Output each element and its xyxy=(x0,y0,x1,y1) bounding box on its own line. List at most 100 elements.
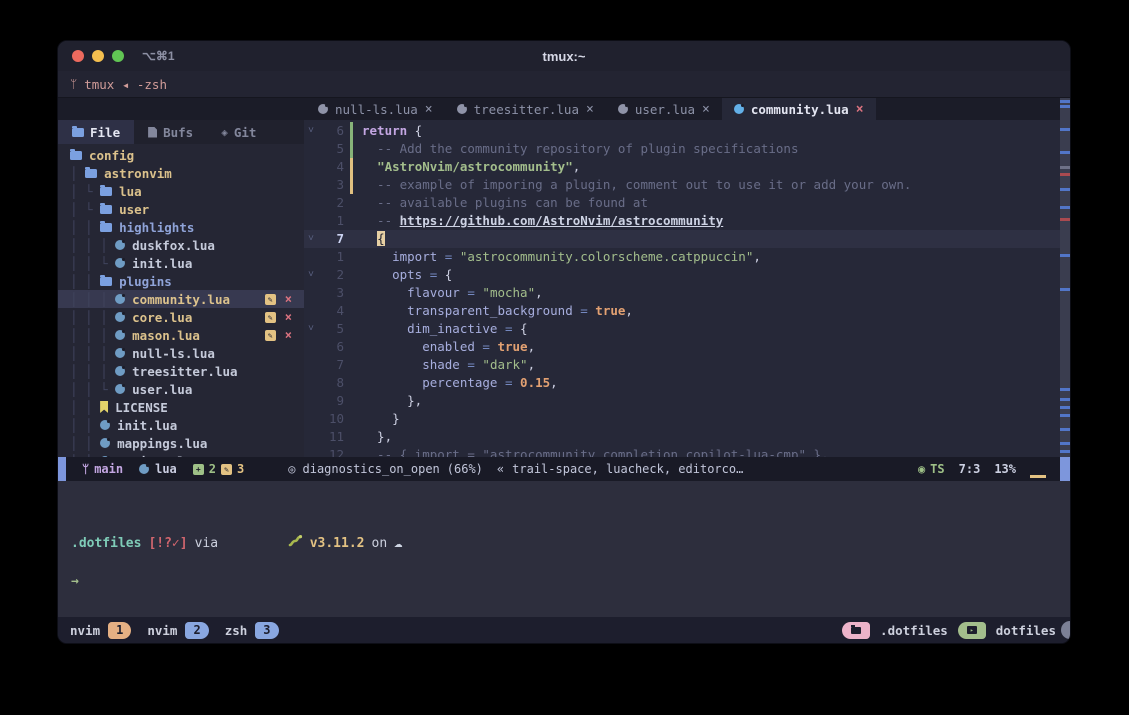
tree-indent-guides: │ │ xyxy=(70,400,100,415)
tree-item-init.lua[interactable]: │ │ init.lua xyxy=(58,416,304,434)
scrollbar-mark xyxy=(1060,442,1070,445)
code-line: 6 enabled = true, xyxy=(304,338,1070,356)
folder-icon xyxy=(100,277,112,286)
license-ribbon-icon xyxy=(100,401,108,413)
tree-item-label: user xyxy=(119,202,149,217)
code-token: = xyxy=(437,249,460,264)
neotree-tab-bufs[interactable]: Bufs xyxy=(134,120,207,144)
modified-badge-icon: ✎ xyxy=(265,294,276,305)
buffer-tab[interactable]: treesitter.lua× xyxy=(445,98,606,120)
code-line: 10 } xyxy=(304,410,1070,428)
code-line: ˅7 { xyxy=(304,230,1070,248)
close-icon[interactable]: × xyxy=(702,102,710,117)
tree-indent-guides: │ │ xyxy=(70,220,100,235)
code-text: dim_inactive = { xyxy=(362,320,528,338)
lua-icon xyxy=(318,104,328,114)
prompt-arrow-icon: → xyxy=(71,572,79,591)
neotree-tab-file[interactable]: File xyxy=(58,120,134,144)
tree-item-user[interactable]: │ └ user xyxy=(58,200,304,218)
scrollbar-mark xyxy=(1060,188,1070,191)
tree-item-label: highlights xyxy=(119,220,194,235)
close-window-button[interactable] xyxy=(72,50,84,62)
code-text: shade = "dark", xyxy=(362,356,535,374)
tree-item-treesitter.lua[interactable]: │ │ │ treesitter.lua xyxy=(58,362,304,380)
tree-item-astronvim[interactable]: │ astronvim xyxy=(58,164,304,182)
fold-icon[interactable]: ˅ xyxy=(304,230,318,248)
code-text: percentage = 0.15, xyxy=(362,374,558,392)
unstaged-badge-icon: × xyxy=(285,292,292,306)
buffer-tab[interactable]: user.lua× xyxy=(606,98,722,120)
fold-icon[interactable]: ˅ xyxy=(304,320,318,338)
scrollbar-mark xyxy=(1060,100,1070,103)
tree-item-mappings.lua[interactable]: │ │ mappings.lua xyxy=(58,434,304,452)
tmux-window-nvim-2[interactable]: nvim2 xyxy=(147,622,208,639)
scrollbar-mark xyxy=(1060,218,1070,221)
python-snake-icon xyxy=(225,515,303,572)
code-token: , xyxy=(753,249,761,264)
code-line: 2 -- available plugins can be found at xyxy=(304,194,1070,212)
shell-pane[interactable]: .dotfiles [!?✓] via v3.11.2 on ☁ → xyxy=(58,481,1070,617)
buffer-tab[interactable]: community.lua× xyxy=(722,98,876,120)
code-line: 3 flavour = "mocha", xyxy=(304,284,1070,302)
tree-item-label: treesitter.lua xyxy=(132,364,237,379)
scrollbar-mark xyxy=(1060,206,1070,209)
git-status-badges: ✎× xyxy=(265,328,292,342)
code-text: enabled = true, xyxy=(362,338,535,356)
close-icon[interactable]: × xyxy=(856,102,864,117)
close-icon[interactable]: × xyxy=(425,102,433,117)
traffic-lights xyxy=(72,50,124,62)
git-sign-bar xyxy=(350,176,353,194)
code-token: , xyxy=(573,159,581,174)
lua-icon xyxy=(618,104,628,114)
file-tree: config│ astronvim│ └ lua│ └ user│ │ high… xyxy=(58,144,304,470)
editor-buffer[interactable]: ˅6return {5 -- Add the community reposit… xyxy=(304,120,1070,457)
tree-item-user.lua[interactable]: │ │ └ user.lua xyxy=(58,380,304,398)
tree-item-community.lua[interactable]: │ │ │ community.lua✎× xyxy=(58,290,304,308)
code-line: 5 -- Add the community repository of plu… xyxy=(304,140,1070,158)
tree-item-lua[interactable]: │ └ lua xyxy=(58,182,304,200)
zoom-window-button[interactable] xyxy=(112,50,124,62)
neotree-panel: File Bufs ◈ Git config│ astronvim│ └ lua… xyxy=(58,120,304,457)
buffer-tab[interactable]: null-ls.lua× xyxy=(306,98,445,120)
tree-item-config[interactable]: config xyxy=(58,146,304,164)
tmux-window-nvim-1[interactable]: nvim1 xyxy=(70,622,131,639)
prompt-on-label: on xyxy=(372,534,388,553)
close-icon[interactable]: × xyxy=(586,102,594,117)
tree-item-plugins[interactable]: │ │ plugins xyxy=(58,272,304,290)
code-token: "AstroNvim/astrocommunity" xyxy=(377,159,573,174)
code-token: = xyxy=(460,357,483,372)
tree-item-mason.lua[interactable]: │ │ │ mason.lua✎× xyxy=(58,326,304,344)
editor-scrollbar[interactable] xyxy=(1060,98,1070,457)
tree-indent-guides: │ │ xyxy=(70,436,100,451)
code-token: -- example of imporing a plugin, comment… xyxy=(362,177,911,192)
code-token: return xyxy=(362,123,407,138)
tmux-window-zsh-3[interactable]: zsh3 xyxy=(225,622,279,639)
scrollbar-mark xyxy=(1060,105,1070,108)
scrollbar-mark xyxy=(1060,388,1070,391)
cloud-icon: ☁ xyxy=(394,534,402,553)
tree-item-core.lua[interactable]: │ │ │ core.lua✎× xyxy=(58,308,304,326)
code-token: dim_inactive xyxy=(362,321,497,336)
line-number: 6 xyxy=(318,122,344,140)
tree-item-init.lua[interactable]: │ │ └ init.lua xyxy=(58,254,304,272)
terminal-icon: ▸ xyxy=(967,626,977,634)
line-number: 3 xyxy=(318,284,344,302)
fold-icon[interactable]: ˅ xyxy=(304,122,318,140)
tree-item-highlights[interactable]: │ │ highlights xyxy=(58,218,304,236)
code-token: = xyxy=(460,285,483,300)
diagnostics-toggle-segment[interactable]: ◎ diagnostics_on_open (66%) xyxy=(288,462,483,476)
code-token: true xyxy=(497,339,527,354)
minimize-window-button[interactable] xyxy=(92,50,104,62)
git-sign-bar xyxy=(350,266,353,284)
code-token: = xyxy=(497,321,520,336)
git-sign-bar xyxy=(350,230,353,248)
lua-icon xyxy=(115,366,125,376)
code-text: -- example of imporing a plugin, comment… xyxy=(362,176,911,194)
tree-item-LICENSE[interactable]: │ │ LICENSE xyxy=(58,398,304,416)
neotree-tab-git-label: Git xyxy=(234,125,257,140)
tree-item-null-ls.lua[interactable]: │ │ │ null-ls.lua xyxy=(58,344,304,362)
fold-icon[interactable]: ˅ xyxy=(304,266,318,284)
neotree-tab-git[interactable]: ◈ Git xyxy=(207,120,270,144)
tree-item-duskfox.lua[interactable]: │ │ │ duskfox.lua xyxy=(58,236,304,254)
terminal-tab-bar[interactable]: ᛘ tmux ◂ -zsh xyxy=(58,71,1070,98)
